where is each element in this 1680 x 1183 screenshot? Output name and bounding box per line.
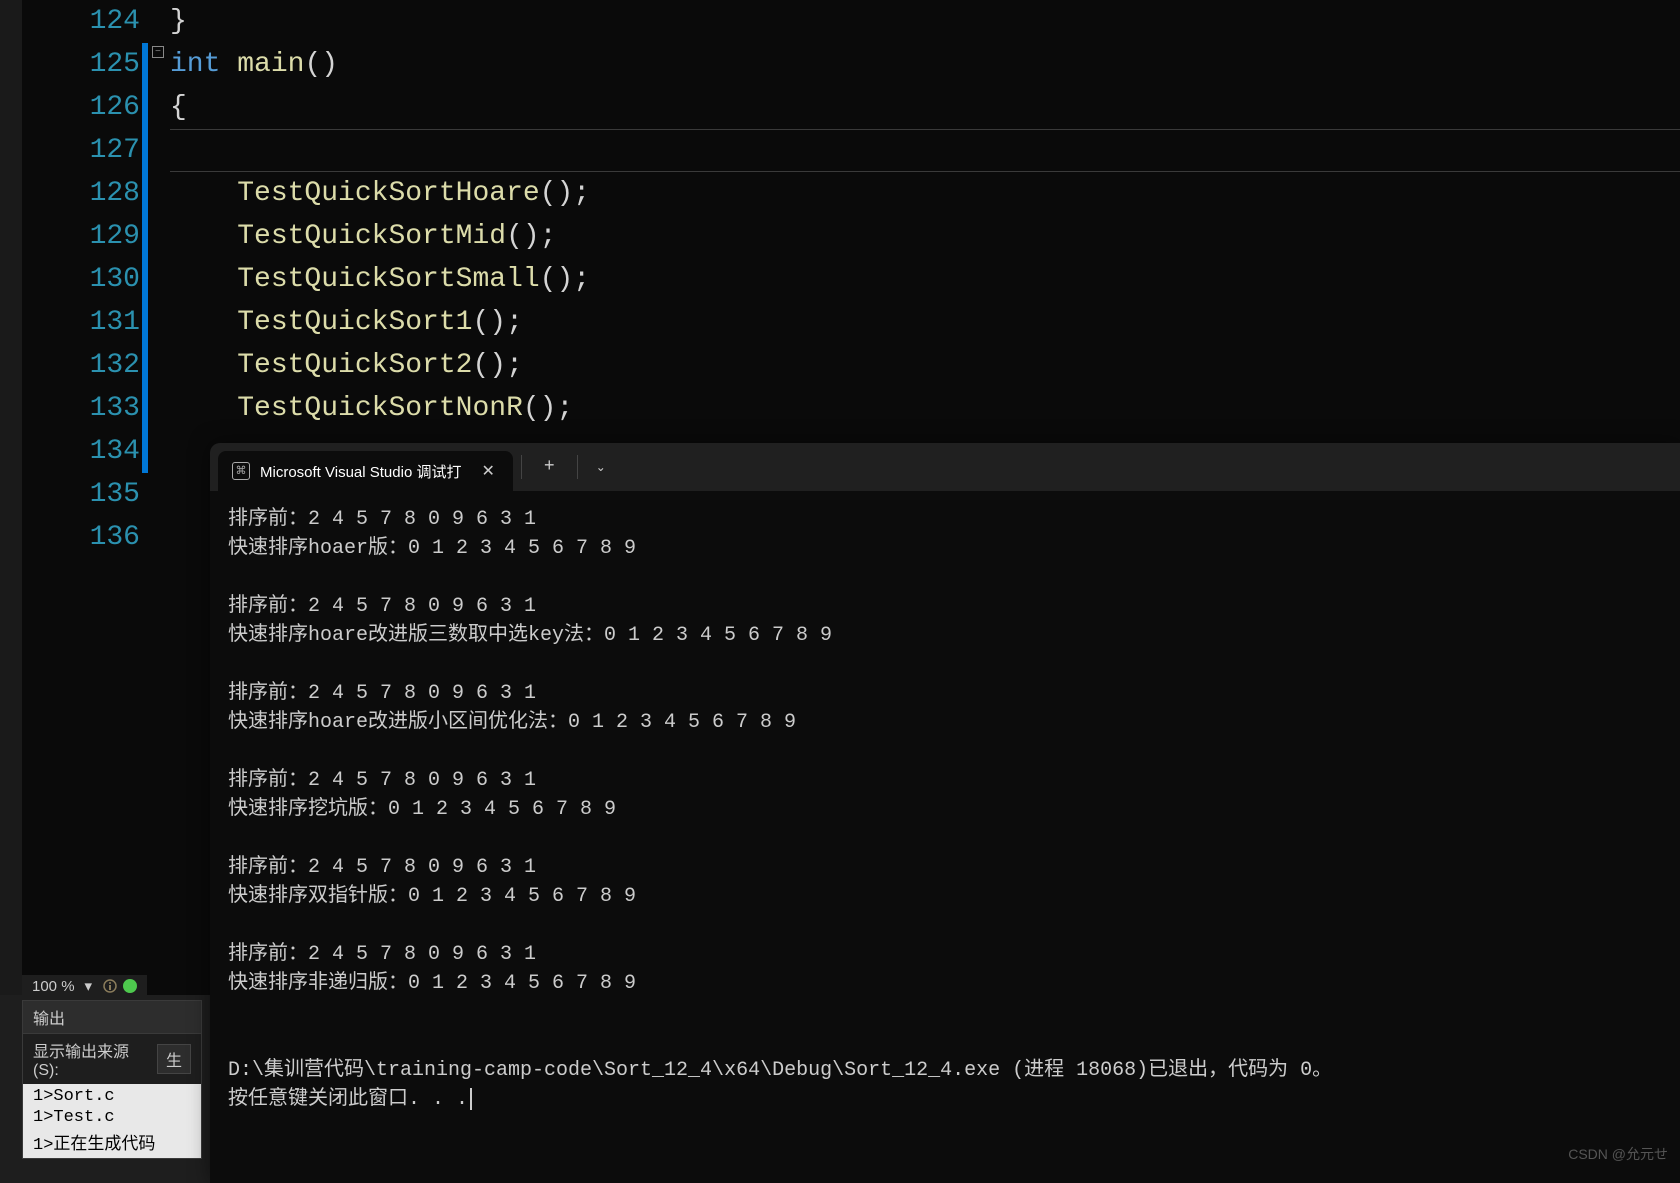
zoom-level[interactable]: 100 %: [32, 978, 75, 995]
terminal-line: 快速排序hoaer版：0 1 2 3 4 5 6 7 8 9: [228, 534, 1662, 563]
output-content[interactable]: 1>Sort.c1>Test.c1>正在生成代码: [23, 1084, 201, 1158]
change-marker: [142, 129, 148, 172]
gutter-margin: [0, 0, 22, 995]
terminal-line: 快速排序非递归版：0 1 2 3 4 5 6 7 8 9: [228, 969, 1662, 998]
terminal-line: 排序前：2 4 5 7 8 0 9 6 3 1: [228, 853, 1662, 882]
terminal-line: [228, 911, 1662, 940]
fold-minus-icon[interactable]: −: [152, 46, 164, 58]
code-line[interactable]: {: [170, 86, 1680, 129]
terminal-line: 按任意键关闭此窗口. . .: [228, 1085, 1662, 1114]
status-ok-icon: [123, 979, 137, 993]
output-source-label: 显示输出来源(S):: [33, 1038, 151, 1080]
terminal-content[interactable]: 排序前：2 4 5 7 8 0 9 6 3 1快速排序hoaer版：0 1 2 …: [210, 491, 1680, 1128]
change-marker: [142, 301, 148, 344]
terminal-line: D:\集训营代码\training-camp-code\Sort_12_4\x6…: [228, 1056, 1662, 1085]
change-marker: [142, 86, 148, 129]
terminal-line: 快速排序双指针版：0 1 2 3 4 5 6 7 8 9: [228, 882, 1662, 911]
current-line-highlight: [170, 129, 1680, 172]
output-line: 1>Test.c: [27, 1107, 197, 1128]
code-line[interactable]: TestQuickSortHoare();: [170, 172, 1680, 215]
add-tab-button[interactable]: +: [530, 457, 569, 477]
terminal-line: 快速排序hoare改进版小区间优化法：0 1 2 3 4 5 6 7 8 9: [228, 708, 1662, 737]
tab-divider: [521, 455, 522, 479]
code-line[interactable]: [170, 129, 1680, 172]
terminal-line: 排序前：2 4 5 7 8 0 9 6 3 1: [228, 940, 1662, 969]
terminal-line: [228, 998, 1662, 1027]
output-line: 1>Sort.c: [27, 1086, 197, 1107]
terminal-line: [228, 824, 1662, 853]
code-line[interactable]: TestQuickSortNonR();: [170, 387, 1680, 430]
code-line[interactable]: TestQuickSortMid();: [170, 215, 1680, 258]
terminal-window: ⌘ Microsoft Visual Studio 调试打 ✕ + ⌄ 排序前：…: [210, 443, 1680, 1183]
change-marker: [142, 215, 148, 258]
terminal-line: 快速排序hoare改进版三数取中选key法：0 1 2 3 4 5 6 7 8 …: [228, 621, 1662, 650]
terminal-line: 排序前：2 4 5 7 8 0 9 6 3 1: [228, 592, 1662, 621]
change-marker: [142, 43, 148, 86]
terminal-line: [228, 650, 1662, 679]
change-marker: [142, 430, 148, 473]
code-line[interactable]: TestQuickSortSmall();: [170, 258, 1680, 301]
info-icon: [102, 978, 118, 994]
terminal-line: [228, 1027, 1662, 1056]
terminal-tab-title: Microsoft Visual Studio 调试打: [260, 461, 461, 482]
output-source-row: 显示输出来源(S): 生: [23, 1034, 201, 1084]
terminal-line: 快速排序挖坑版：0 1 2 3 4 5 6 7 8 9: [228, 795, 1662, 824]
zoom-dropdown-icon[interactable]: ▾: [85, 977, 93, 995]
chevron-down-icon[interactable]: ⌄: [586, 460, 616, 475]
terminal-titlebar[interactable]: ⌘ Microsoft Visual Studio 调试打 ✕ + ⌄: [210, 443, 1680, 491]
change-marker: [142, 258, 148, 301]
close-icon[interactable]: ✕: [477, 461, 498, 481]
code-line[interactable]: int main(): [170, 43, 1680, 86]
output-panel-title: 输出: [23, 1001, 201, 1034]
change-marker: [142, 172, 148, 215]
change-marker: [142, 344, 148, 387]
terminal-tab[interactable]: ⌘ Microsoft Visual Studio 调试打 ✕: [218, 451, 513, 491]
vs-icon: ⌘: [232, 462, 250, 480]
watermark: CSDN @允元せ: [1568, 1144, 1668, 1164]
code-line[interactable]: TestQuickSort1();: [170, 301, 1680, 344]
output-source-dropdown[interactable]: 生: [157, 1044, 191, 1074]
tab-divider: [577, 455, 578, 479]
code-line[interactable]: }: [170, 0, 1680, 43]
terminal-line: 排序前：2 4 5 7 8 0 9 6 3 1: [228, 679, 1662, 708]
code-line[interactable]: TestQuickSort2();: [170, 344, 1680, 387]
terminal-line: [228, 737, 1662, 766]
terminal-line: 排序前：2 4 5 7 8 0 9 6 3 1: [228, 505, 1662, 534]
change-marker: [142, 387, 148, 430]
output-line: 1>正在生成代码: [27, 1128, 197, 1156]
zoom-bar: 100 % ▾: [22, 975, 147, 997]
terminal-line: [228, 563, 1662, 592]
terminal-line: 排序前：2 4 5 7 8 0 9 6 3 1: [228, 766, 1662, 795]
output-panel: 输出 显示输出来源(S): 生 1>Sort.c1>Test.c1>正在生成代码: [22, 1000, 202, 1159]
